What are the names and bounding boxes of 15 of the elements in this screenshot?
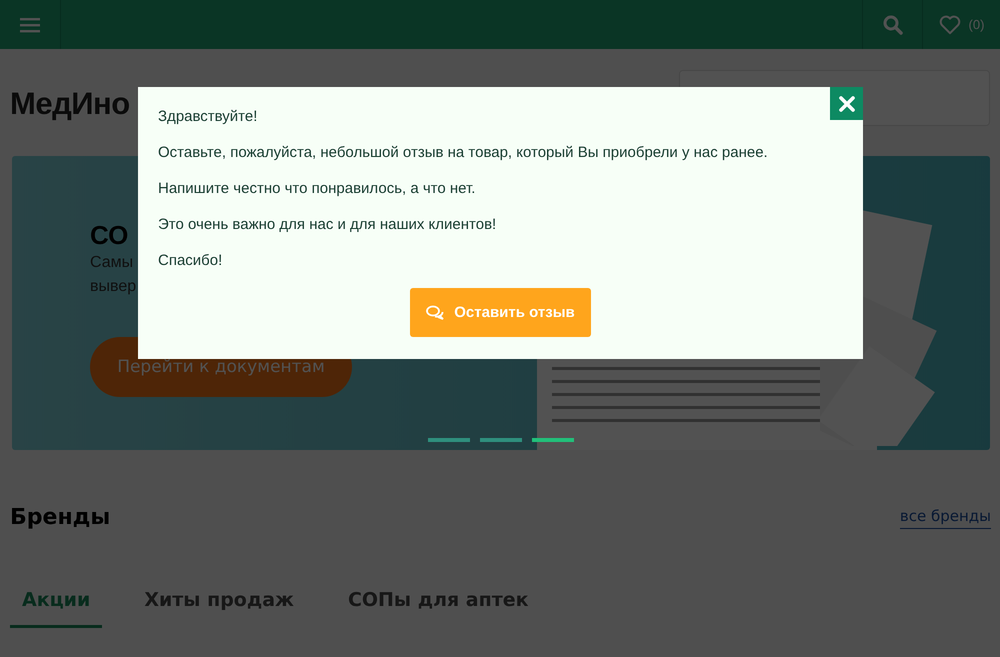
logo-text: МедИно <box>10 86 130 122</box>
banner-title: СО <box>90 220 128 251</box>
leave-review-button[interactable]: Оставить отзыв <box>410 288 591 337</box>
category-tab[interactable]: СОПы для аптек <box>336 585 541 628</box>
dialog-text: Это очень важно для нас и для наших клиентов! <box>158 216 498 233</box>
dialog-text: Оставьте, пожалуйста, небольшой отзыв на товар, который Вы приобрели у нас ранее. <box>158 144 769 161</box>
wishlist-count: (0) <box>968 17 984 32</box>
brands-heading: Бренды <box>10 505 110 530</box>
dialog-text: Здравствуйте! <box>158 108 258 125</box>
category-tab[interactable]: Хиты продаж <box>132 585 306 628</box>
dialog-text: Спасибо! <box>158 252 224 269</box>
category-tab[interactable]: Акции <box>10 585 102 628</box>
wishlist-button[interactable]: (0) <box>922 0 1000 49</box>
dialog-text: Напишите честно что понравилось, а что нет. <box>158 180 476 197</box>
all-brands-link[interactable]: все бренды <box>900 506 991 528</box>
